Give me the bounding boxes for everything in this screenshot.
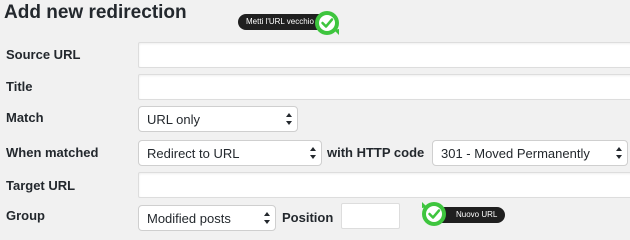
select-arrows-icon: [286, 113, 292, 125]
select-arrows-icon: [264, 212, 270, 224]
group-select[interactable]: Modified posts: [138, 205, 276, 231]
match-label: Match: [6, 110, 44, 125]
target-url-label: Target URL: [6, 178, 76, 193]
form-heading: Add new redirection: [4, 2, 187, 23]
http-code-select-value: 301 - Moved Permanently: [441, 146, 590, 161]
match-select[interactable]: URL only: [138, 106, 298, 132]
match-select-value: URL only: [147, 112, 200, 127]
action-select-value: Redirect to URL: [147, 146, 240, 161]
select-arrows-icon: [310, 147, 316, 159]
action-select[interactable]: Redirect to URL: [138, 140, 322, 166]
http-code-select[interactable]: 301 - Moved Permanently: [432, 140, 628, 166]
check-badge-icon: [315, 11, 339, 35]
http-code-label: with HTTP code: [327, 145, 425, 160]
source-url-label: Source URL: [6, 47, 81, 62]
position-input[interactable]: [341, 203, 400, 229]
check-badge-icon: [422, 202, 446, 226]
when-matched-label: When matched: [6, 145, 99, 160]
title-input[interactable]: [138, 74, 630, 100]
group-select-value: Modified posts: [147, 211, 231, 226]
target-url-input[interactable]: [138, 172, 630, 198]
position-label: Position: [282, 210, 334, 225]
group-label: Group: [6, 208, 45, 223]
title-label: Title: [6, 79, 33, 94]
source-url-input[interactable]: [138, 42, 630, 68]
select-arrows-icon: [616, 147, 622, 159]
add-redirection-form: Add new redirection Source URL Title Mat…: [0, 0, 630, 234]
